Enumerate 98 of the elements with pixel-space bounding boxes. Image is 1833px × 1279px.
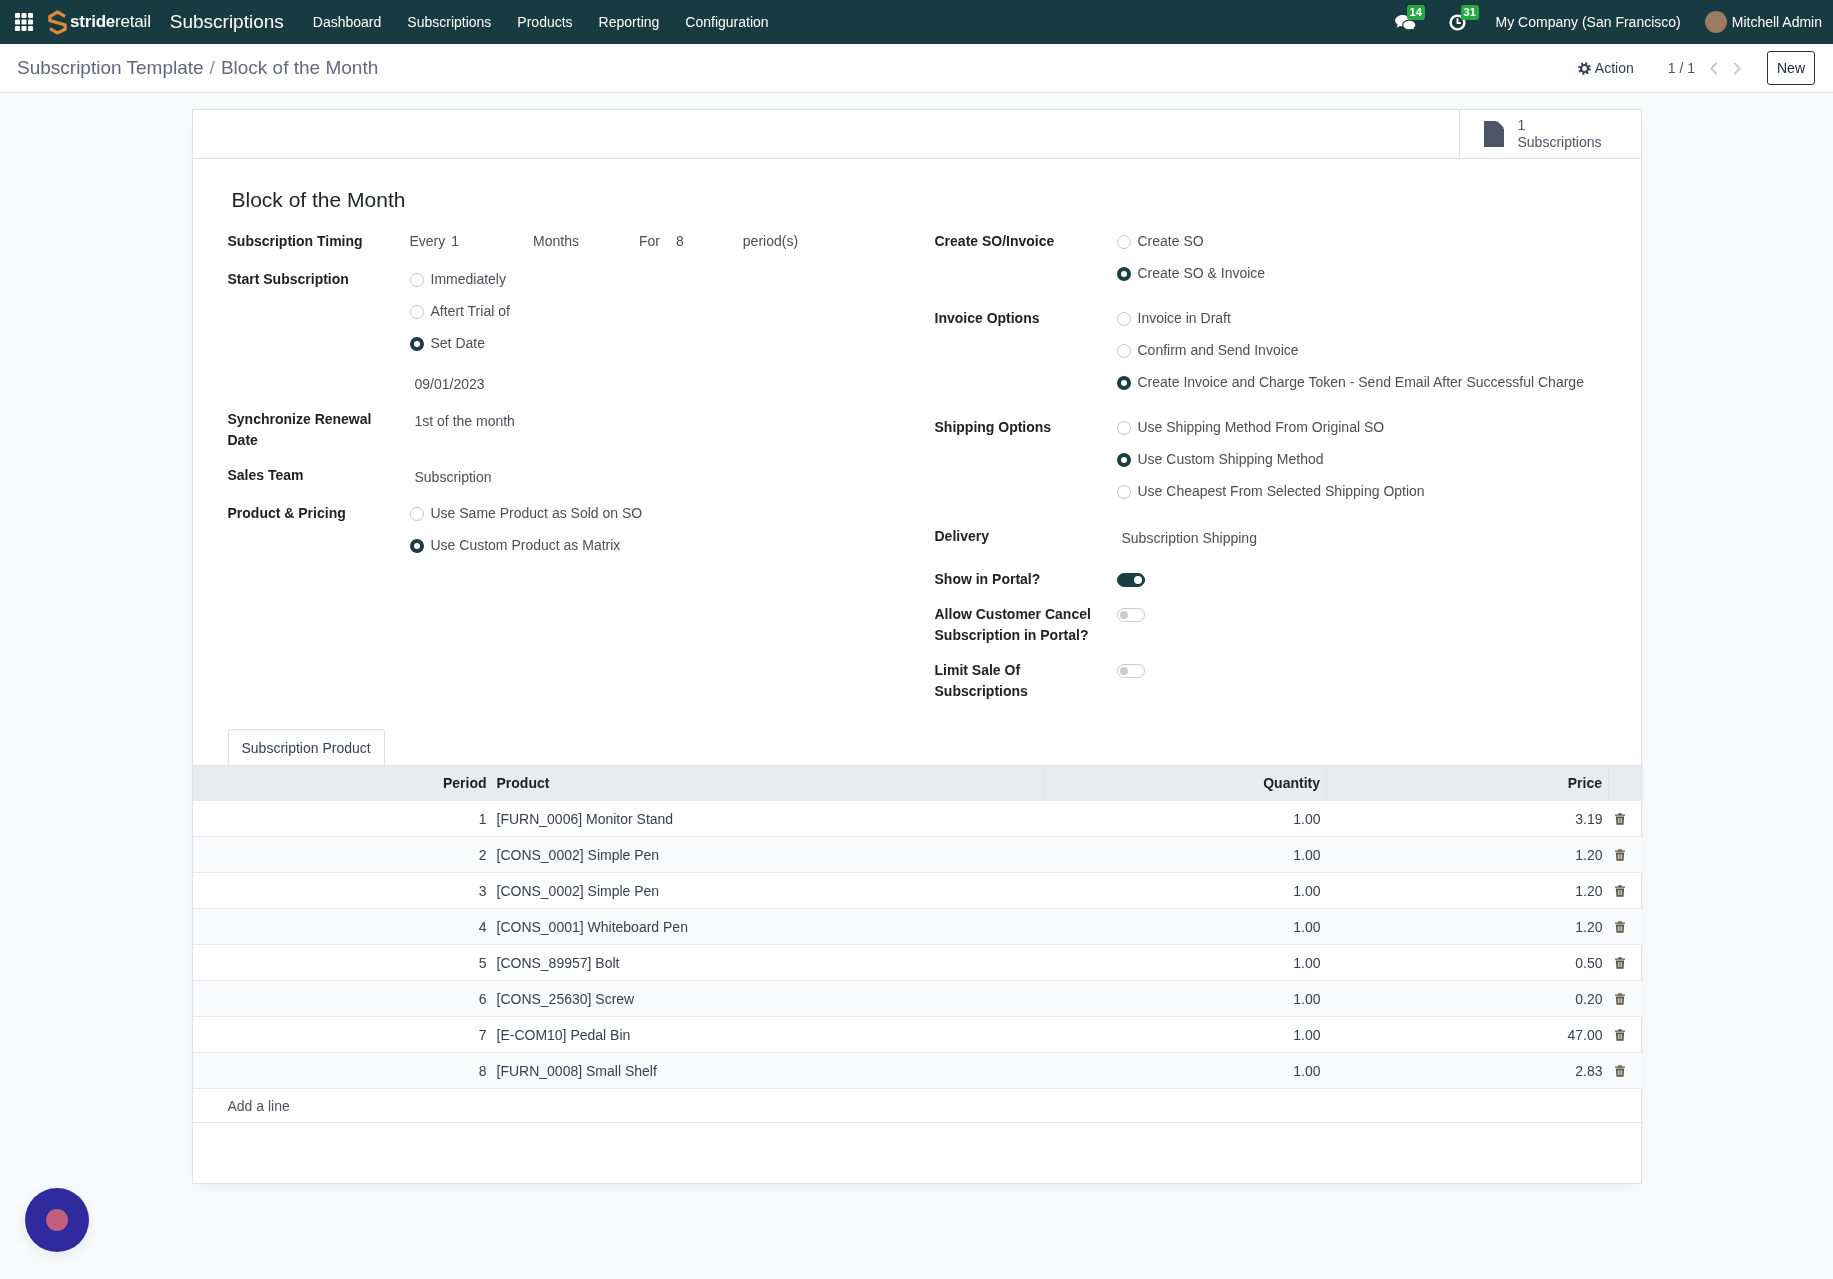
price-cell: 1.20 xyxy=(1326,908,1609,945)
menu-item[interactable]: Products xyxy=(504,0,586,44)
radio-button[interactable] xyxy=(1116,452,1131,467)
record-title: Block of the Month xyxy=(231,187,406,213)
field-label: Create SO/Invoice xyxy=(934,232,1056,251)
user-avatar[interactable] xyxy=(1704,11,1727,33)
input-field[interactable]: 1st of the month xyxy=(409,411,515,432)
menu-item[interactable]: Configuration xyxy=(672,0,782,44)
count-badge: 31 xyxy=(1460,4,1479,20)
toggle-switch[interactable] xyxy=(1116,573,1145,587)
product-cell: [CONS_25630] Screw xyxy=(490,980,1044,1017)
trash-icon[interactable] xyxy=(1614,992,1625,1005)
field-text: For xyxy=(639,232,660,251)
product-cell: [CONS_0001] Whiteboard Pen xyxy=(490,908,1044,945)
quantity-cell: 1.00 xyxy=(1043,836,1327,873)
column-header[interactable]: Product xyxy=(490,765,1044,801)
count-badge: 14 xyxy=(1406,4,1425,20)
price-cell: 0.20 xyxy=(1326,980,1609,1017)
trash-icon[interactable] xyxy=(1614,812,1625,825)
menu-item[interactable]: Dashboard xyxy=(299,0,395,44)
field-text: Every xyxy=(409,232,446,251)
radio-button[interactable] xyxy=(1116,266,1131,281)
period-cell: 4 xyxy=(192,908,491,945)
action-button[interactable]: Action xyxy=(1577,60,1634,76)
option-label[interactable]: Use Same Product as Sold on SO xyxy=(430,503,643,524)
breadcrumb-current: Block of the Month xyxy=(220,57,379,79)
field-label: Sales Team xyxy=(227,466,305,485)
field-label: Shipping Options xyxy=(934,418,1053,437)
period-cell: 6 xyxy=(192,980,491,1017)
brand-name[interactable]: strideretail xyxy=(70,12,151,32)
field-label: Delivery xyxy=(934,527,990,546)
option-label[interactable]: Confirm and Send Invoice xyxy=(1137,340,1299,361)
input-field[interactable]: Subscription xyxy=(409,467,492,488)
option-label[interactable]: Use Custom Shipping Method xyxy=(1137,449,1324,470)
stat-button[interactable]: 1 Subscriptions xyxy=(1458,110,1641,158)
quantity-cell: 1.00 xyxy=(1043,1052,1327,1089)
product-cell: [CONS_0002] Simple Pen xyxy=(490,836,1044,873)
radio-button[interactable] xyxy=(1116,375,1131,390)
apps-grid-icon[interactable] xyxy=(15,13,33,31)
period-cell: 8 xyxy=(192,1052,491,1089)
price-cell: 2.83 xyxy=(1326,1052,1609,1089)
trash-icon[interactable] xyxy=(1614,956,1625,969)
price-cell: 1.20 xyxy=(1326,836,1609,873)
tab[interactable]: Subscription Product xyxy=(227,729,385,765)
option-label[interactable]: Immediately xyxy=(430,269,506,290)
product-cell: [FURN_0008] Small Shelf xyxy=(490,1052,1044,1089)
radio-button[interactable] xyxy=(409,538,424,553)
column-header[interactable]: Quantity xyxy=(1043,765,1327,801)
period-cell: 2 xyxy=(192,836,491,873)
input-field[interactable]: 1 xyxy=(451,231,460,252)
trash-icon[interactable] xyxy=(1614,1028,1625,1041)
field-label: Subscription Timing xyxy=(227,232,364,251)
date-field[interactable]: 09/01/2023 xyxy=(409,374,485,395)
field-text: period(s) xyxy=(742,232,799,251)
column-header[interactable]: Period xyxy=(192,765,491,801)
document-icon xyxy=(1483,121,1504,147)
option-label[interactable]: Invoice in Draft xyxy=(1137,308,1231,329)
clock-icon[interactable] xyxy=(1448,13,1466,31)
option-label[interactable]: Set Date xyxy=(430,333,485,354)
option-label[interactable]: Create SO & Invoice xyxy=(1137,263,1266,284)
quantity-cell: 1.00 xyxy=(1043,908,1327,945)
field-label: Allow Customer Cancel Subscription in Portal? xyxy=(934,605,1092,645)
option-label[interactable]: Use Custom Product as Matrix xyxy=(430,535,621,556)
new-button[interactable]: New xyxy=(1767,51,1815,85)
logo-icon[interactable] xyxy=(48,9,67,35)
trash-icon[interactable] xyxy=(1614,920,1625,933)
trash-icon[interactable] xyxy=(1614,848,1625,861)
dot-icon xyxy=(46,1209,68,1231)
company-switcher[interactable]: My Company (San Francisco) xyxy=(1495,14,1681,30)
option-label[interactable]: Use Shipping Method From Original SO xyxy=(1137,417,1385,438)
radio-button[interactable] xyxy=(409,336,424,351)
trash-icon[interactable] xyxy=(1614,1064,1625,1077)
column-header[interactable]: Price xyxy=(1326,765,1609,801)
input-field[interactable]: Subscription Shipping xyxy=(1116,528,1257,549)
option-label[interactable]: Use Cheapest From Selected Shipping Option xyxy=(1137,481,1425,502)
field-label: Start Subscription xyxy=(227,270,350,289)
field-label: Product & Pricing xyxy=(227,504,347,523)
user-menu[interactable]: Mitchell Admin xyxy=(1731,14,1822,30)
pager-value[interactable]: 1 / 1 xyxy=(1667,60,1695,76)
floating-action-button[interactable] xyxy=(25,1188,89,1252)
field-label: Invoice Options xyxy=(934,309,1041,328)
option-label[interactable]: Aftert Trial of xyxy=(430,301,510,322)
menu-item[interactable]: Subscriptions xyxy=(394,0,505,44)
select-field[interactable]: Months xyxy=(533,231,579,252)
breadcrumb-link[interactable]: Subscription Template xyxy=(17,57,204,79)
menu-item[interactable]: Reporting xyxy=(585,0,673,44)
field-label: Synchronize Renewal Date xyxy=(227,410,373,450)
add-line-link[interactable]: Add a line xyxy=(227,1097,290,1114)
breadcrumb-separator: / xyxy=(209,57,215,79)
option-label[interactable]: Create Invoice and Charge Token - Send Email After Successful Charge xyxy=(1137,372,1584,393)
trash-icon[interactable] xyxy=(1614,884,1625,897)
option-label[interactable]: Create SO xyxy=(1137,231,1204,252)
field-label: Show in Portal? xyxy=(934,570,1042,589)
gear-icon xyxy=(1577,61,1591,75)
quantity-cell: 1.00 xyxy=(1043,980,1327,1017)
input-field[interactable]: 8 xyxy=(676,231,684,252)
app-name[interactable]: Subscriptions xyxy=(169,11,284,33)
field-label: Limit Sale Of Subscriptions xyxy=(934,661,1029,701)
